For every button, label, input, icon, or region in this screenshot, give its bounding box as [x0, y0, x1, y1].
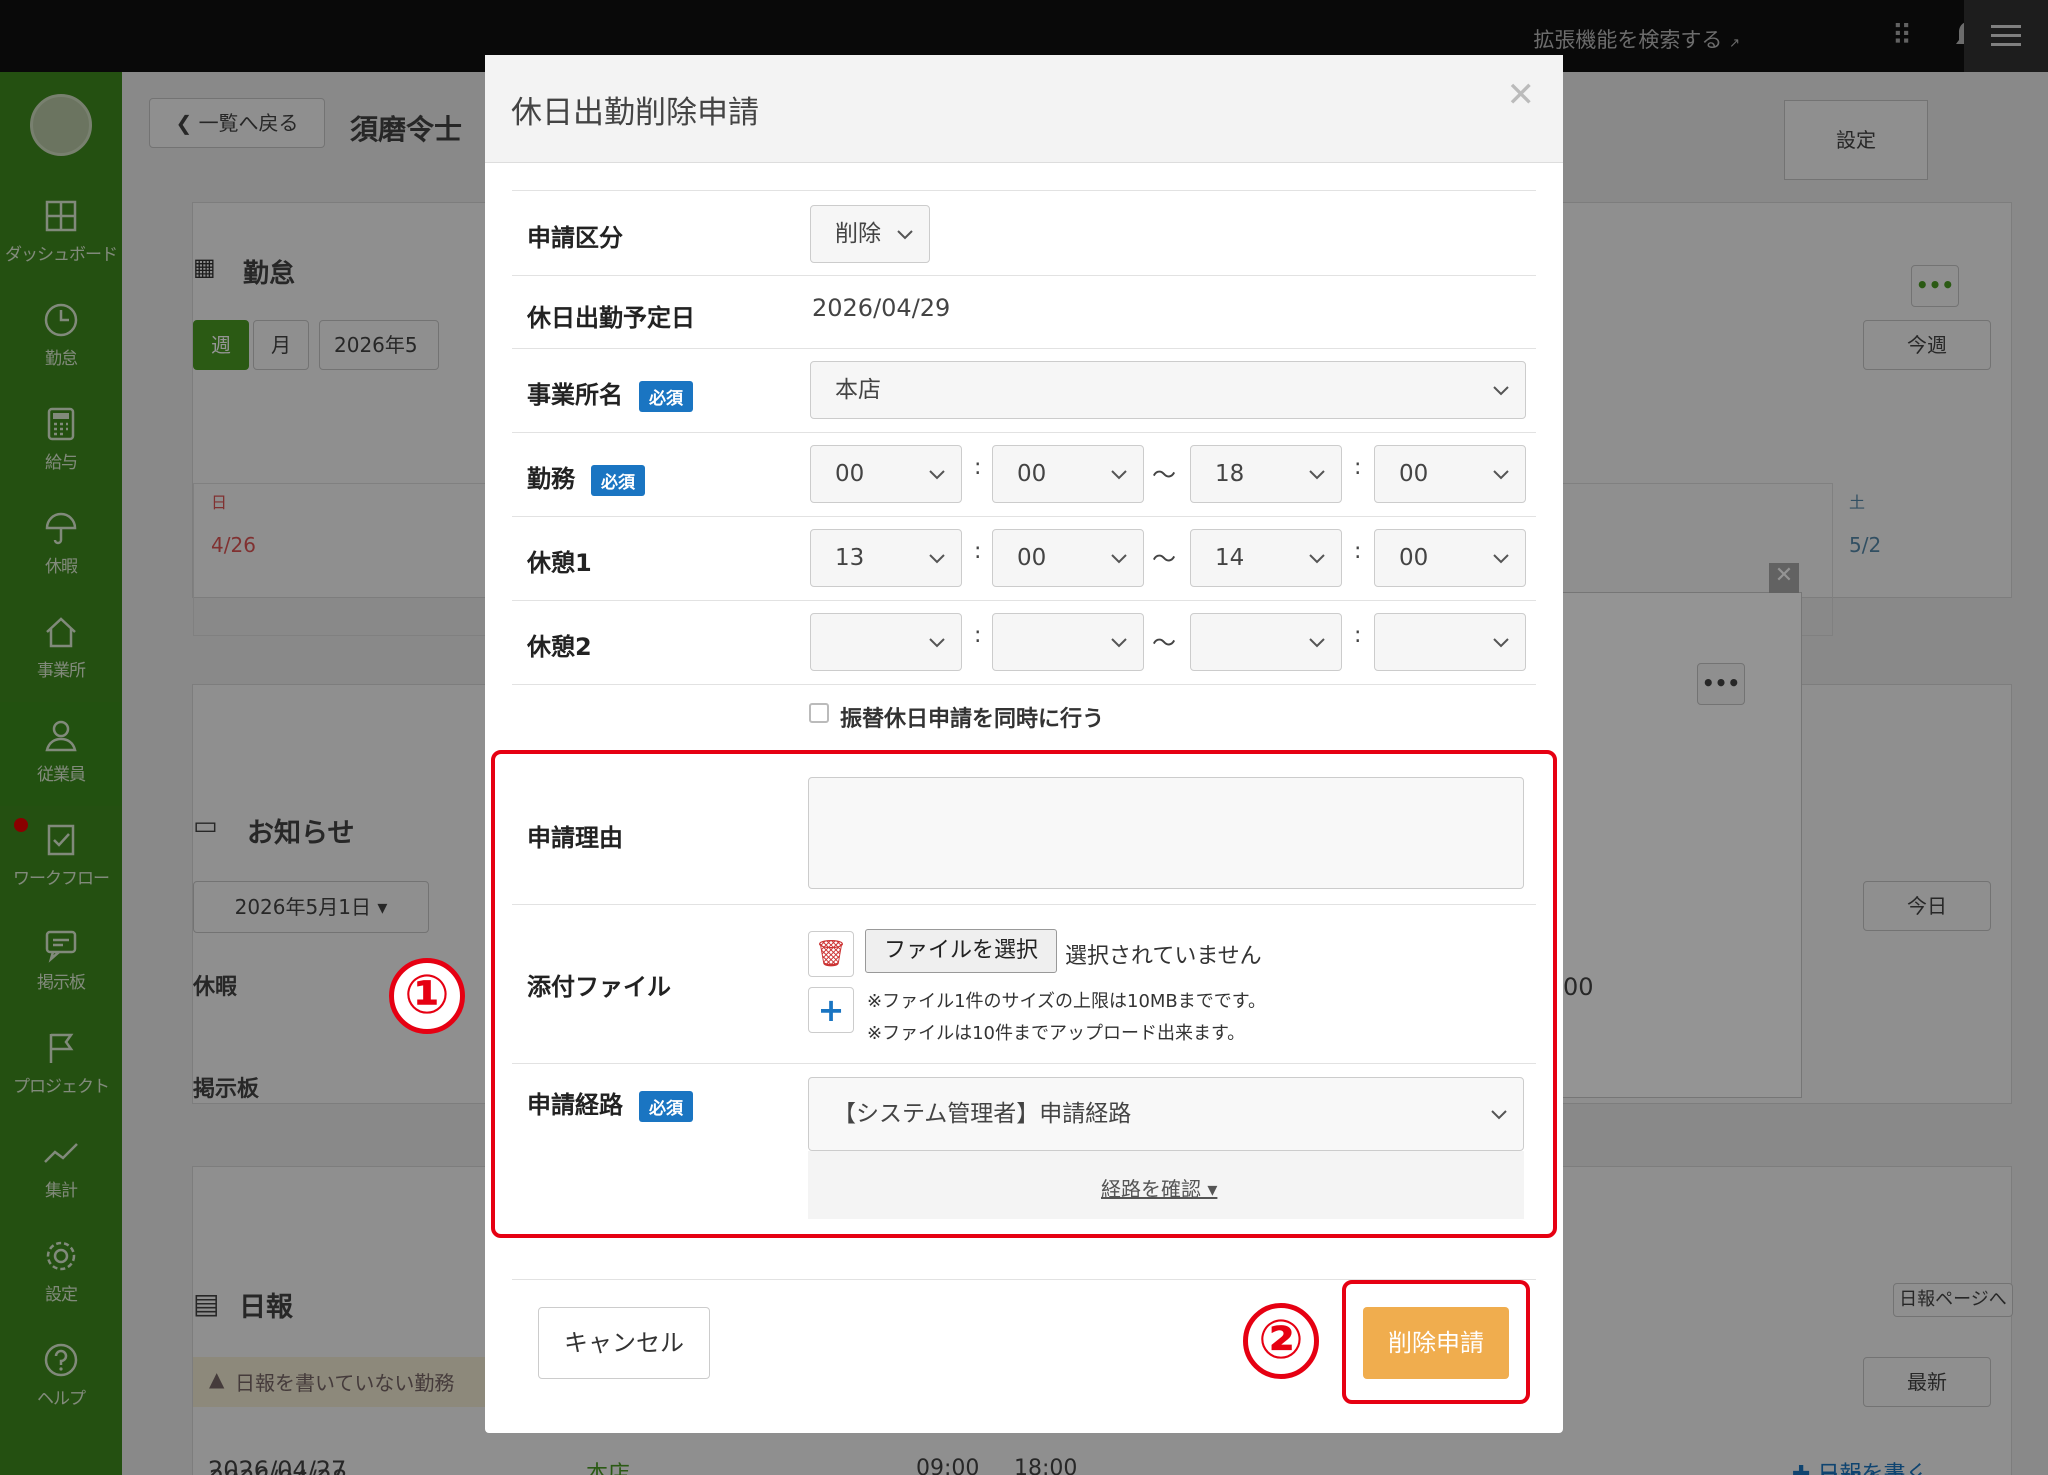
- chevron-down-icon: [1493, 638, 1509, 648]
- chevron-down-icon: [1309, 638, 1325, 648]
- required-badge: 必須: [591, 464, 645, 496]
- break1-end-minute-select[interactable]: 00: [1374, 529, 1526, 587]
- chevron-down-icon: [1111, 638, 1127, 648]
- work-end-minute: 00: [1399, 461, 1429, 487]
- break1-end-hour-select[interactable]: 14: [1190, 529, 1342, 587]
- dialog-header: 休日出勤削除申請 ✕: [485, 55, 1563, 163]
- break1-start-hour: 13: [835, 545, 865, 571]
- work-row: 勤務 必須 00 : 00 〜 18 : 00: [512, 432, 1536, 516]
- break1-end-hour: 14: [1215, 545, 1245, 571]
- chevron-down-icon: [1111, 470, 1127, 480]
- chevron-down-icon: [929, 638, 945, 648]
- break1-end-minute: 00: [1399, 545, 1429, 571]
- divider: [512, 684, 1536, 685]
- work-start-minute-select[interactable]: 00: [992, 445, 1144, 503]
- office-label: 事業所名 必須: [527, 375, 693, 412]
- tilde-separator: 〜: [1152, 461, 1176, 489]
- chevron-down-icon: [1309, 470, 1325, 480]
- tilde-separator: 〜: [1152, 629, 1176, 657]
- office-select[interactable]: 本店: [810, 361, 1526, 419]
- close-icon[interactable]: ✕: [1507, 75, 1536, 115]
- chevron-down-icon: [897, 230, 913, 240]
- break1-row: 休憩1 13 : 00 〜 14 : 00: [512, 516, 1536, 600]
- cancel-label: キャンセル: [564, 1329, 684, 1357]
- chevron-down-icon: [929, 470, 945, 480]
- work-label-text: 勤務: [527, 465, 575, 493]
- chevron-down-icon: [1493, 470, 1509, 480]
- annotation-circle-1: ①: [389, 958, 465, 1034]
- work-end-hour-select[interactable]: 18: [1190, 445, 1342, 503]
- highlight-box-submit: [1342, 1280, 1530, 1404]
- date-label: 休日出勤予定日: [527, 304, 695, 332]
- chevron-down-icon: [1493, 554, 1509, 564]
- break1-start-minute: 00: [1017, 545, 1047, 571]
- break2-row: 休憩2 : 〜 :: [512, 600, 1536, 684]
- colon-separator: :: [974, 623, 982, 648]
- category-select[interactable]: 削除: [810, 205, 930, 263]
- category-value: 削除: [835, 221, 881, 247]
- work-start-hour-select[interactable]: 00: [810, 445, 962, 503]
- category-label: 申請区分: [527, 224, 623, 252]
- work-start-minute: 00: [1017, 461, 1047, 487]
- break2-end-hour-select[interactable]: [1190, 613, 1342, 671]
- chevron-down-icon: [929, 554, 945, 564]
- break2-label: 休憩2: [527, 633, 592, 661]
- chevron-down-icon: [1309, 554, 1325, 564]
- substitute-checkbox-label: 振替休日申請を同時に行う: [840, 707, 1105, 732]
- dialog-title: 休日出勤削除申請: [511, 95, 759, 131]
- chevron-down-icon: [1493, 386, 1509, 396]
- highlight-box-form: [491, 750, 1557, 1238]
- break2-start-minute-select[interactable]: [992, 613, 1144, 671]
- tilde-separator: 〜: [1152, 545, 1176, 573]
- break2-end-minute-select[interactable]: [1374, 613, 1526, 671]
- break1-label: 休憩1: [527, 549, 592, 577]
- colon-separator: :: [1354, 623, 1362, 648]
- colon-separator: :: [974, 539, 982, 564]
- work-start-hour: 00: [835, 461, 865, 487]
- date-row: 休日出勤予定日 2026/04/29: [512, 275, 1536, 348]
- chevron-down-icon: [1111, 554, 1127, 564]
- cancel-button[interactable]: キャンセル: [538, 1307, 710, 1379]
- category-row: 申請区分 削除: [512, 190, 1536, 275]
- break2-start-hour-select[interactable]: [810, 613, 962, 671]
- work-label: 勤務 必須: [527, 459, 645, 496]
- date-value: 2026/04/29: [812, 294, 951, 322]
- office-row: 事業所名 必須 本店: [512, 348, 1536, 432]
- colon-separator: :: [1354, 455, 1362, 480]
- required-badge: 必須: [639, 380, 693, 412]
- substitute-checkbox[interactable]: [809, 703, 829, 723]
- annotation-circle-2: ②: [1243, 1303, 1319, 1379]
- office-value: 本店: [835, 377, 881, 403]
- work-end-minute-select[interactable]: 00: [1374, 445, 1526, 503]
- colon-separator: :: [974, 455, 982, 480]
- work-end-hour: 18: [1215, 461, 1245, 487]
- break1-start-minute-select[interactable]: 00: [992, 529, 1144, 587]
- break1-start-hour-select[interactable]: 13: [810, 529, 962, 587]
- colon-separator: :: [1354, 539, 1362, 564]
- office-label-text: 事業所名: [527, 381, 623, 409]
